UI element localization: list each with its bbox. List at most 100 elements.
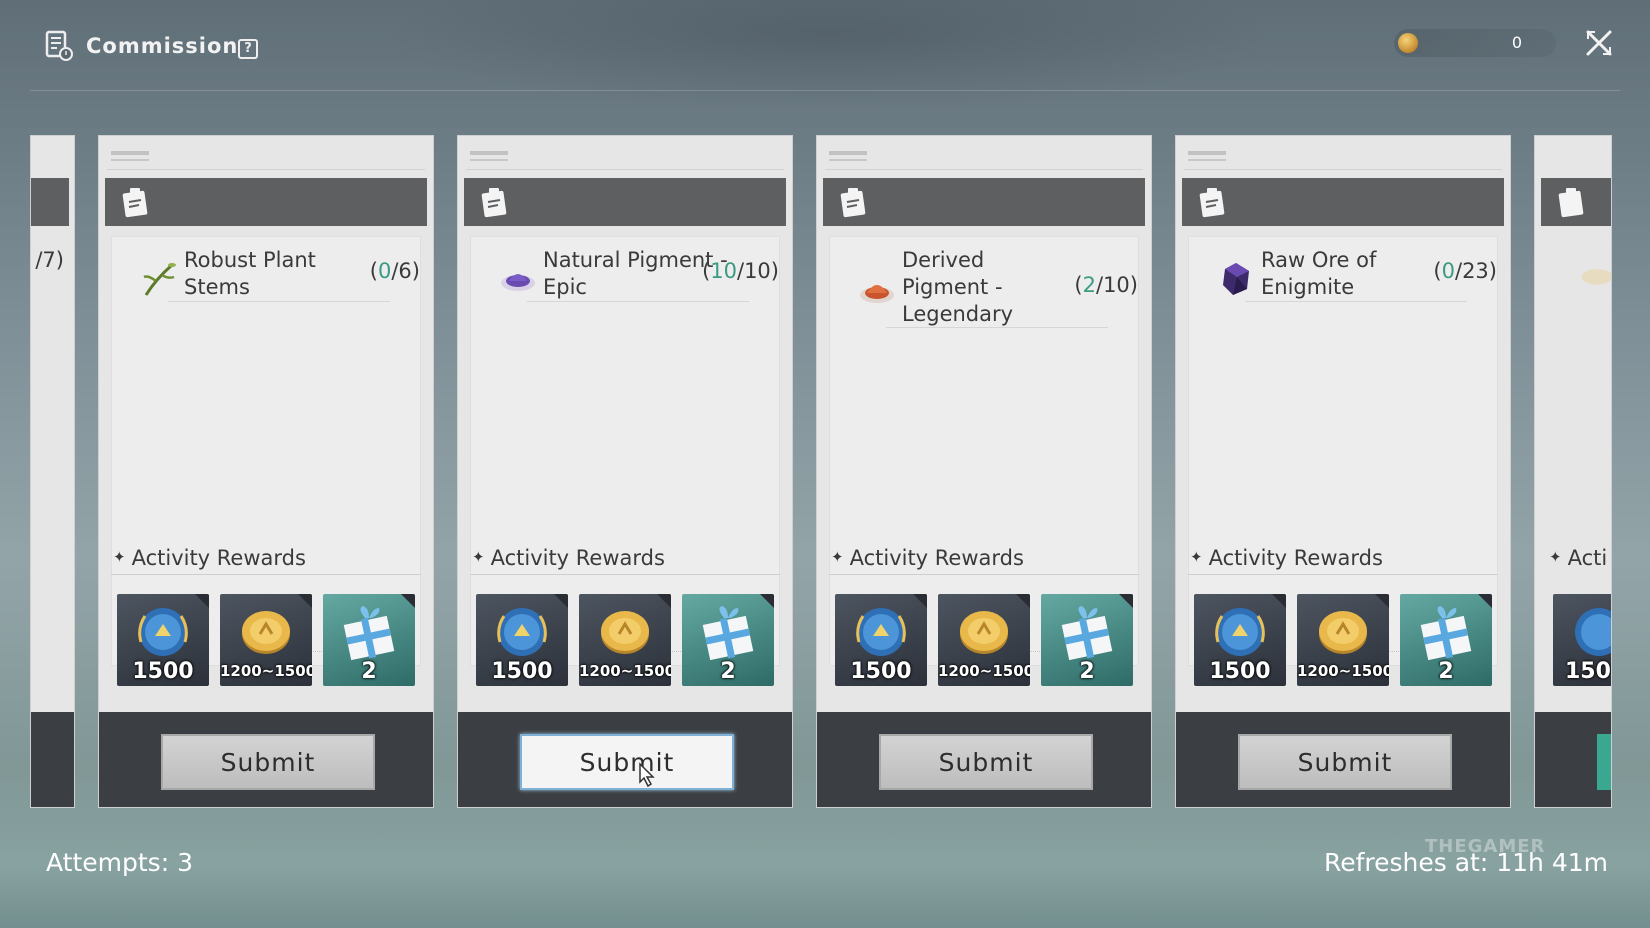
card-header-band bbox=[105, 178, 427, 226]
requirement-count: (10/10) bbox=[702, 259, 779, 283]
mouse-cursor-icon bbox=[639, 762, 655, 788]
card-footer: Submit bbox=[817, 712, 1151, 807]
coin-icon bbox=[1398, 33, 1418, 53]
submit-button[interactable]: Submit bbox=[1238, 734, 1452, 790]
currency-counter: 0 bbox=[1394, 29, 1556, 57]
gold-coin-icon bbox=[242, 611, 290, 654]
pigment-epic-icon bbox=[501, 274, 535, 291]
star-icon: ✦ bbox=[1190, 548, 1203, 566]
card-header-band bbox=[823, 178, 1145, 226]
page-title: Commission bbox=[86, 34, 239, 58]
rewards-title-fragment: ✦ Acti bbox=[1549, 546, 1608, 570]
card-top-strip bbox=[466, 144, 784, 170]
card-footer: Submit bbox=[99, 712, 433, 807]
card-top-strip bbox=[1184, 144, 1502, 170]
rewards-divider bbox=[829, 574, 1139, 575]
reward-gold-coin[interactable]: 1200~1500 bbox=[1297, 594, 1389, 686]
item-icon-partial bbox=[1581, 269, 1611, 285]
rewards-divider bbox=[1188, 574, 1498, 575]
reward-gift-box[interactable]: 2 bbox=[682, 594, 774, 686]
card-header-band bbox=[1182, 178, 1504, 226]
rewards-title: ✦ Activity Rewards bbox=[472, 546, 665, 570]
medal-icon bbox=[856, 608, 906, 656]
refresh-timer: Refreshes at: 11h 41m bbox=[1323, 848, 1608, 877]
submit-button[interactable]: Submit bbox=[879, 734, 1093, 790]
requirement-count: (0/23) bbox=[1433, 259, 1497, 283]
pigment-legendary-icon bbox=[860, 285, 894, 303]
note-icon bbox=[122, 188, 148, 218]
plant-stem-icon bbox=[143, 263, 176, 296]
requirement-divider bbox=[527, 301, 749, 302]
requirement-row: Derived Pigment - Legendary (2/10) bbox=[830, 237, 1138, 328]
requirement-divider bbox=[168, 301, 390, 302]
card-top-strip bbox=[825, 144, 1143, 170]
reward-medal[interactable]: 1500 bbox=[117, 594, 209, 686]
close-icon[interactable] bbox=[1584, 28, 1614, 58]
rewards-title: ✦ Activity Rewards bbox=[1190, 546, 1383, 570]
gold-coin-icon bbox=[601, 611, 649, 654]
reward-medal[interactable]: 1500 bbox=[835, 594, 927, 686]
submit-button[interactable]: Submit bbox=[520, 734, 734, 790]
gift-box-icon bbox=[1061, 606, 1113, 661]
medal-icon bbox=[1215, 608, 1265, 656]
gift-box-icon bbox=[1420, 606, 1472, 661]
reward-medal[interactable]: 1500 bbox=[1194, 594, 1286, 686]
gold-coin-icon bbox=[960, 611, 1008, 654]
card-footer bbox=[31, 712, 74, 807]
header-divider bbox=[30, 90, 1620, 91]
gift-box-icon bbox=[702, 606, 754, 661]
reward-gold-coin[interactable]: 1200~1500 bbox=[220, 594, 312, 686]
rewards-title: ✦ Activity Rewards bbox=[831, 546, 1024, 570]
star-icon: ✦ bbox=[113, 548, 126, 566]
reward-gold-coin[interactable]: 1200~1500 bbox=[938, 594, 1030, 686]
note-icon bbox=[1199, 188, 1225, 218]
requirement-item-name: Robust Plant Stems bbox=[184, 248, 316, 299]
card-header-band bbox=[1541, 178, 1611, 226]
requirement-row: Natural Pigment - Epic (10/10) bbox=[471, 237, 779, 327]
requirement-count-fragment: /7) bbox=[35, 248, 64, 272]
help-icon[interactable]: ? bbox=[238, 39, 258, 59]
star-icon: ✦ bbox=[831, 548, 844, 566]
medal-icon bbox=[138, 608, 188, 656]
requirement-item-name: Raw Ore of Enigmite bbox=[1261, 248, 1377, 299]
submit-button[interactable]: Submit bbox=[161, 734, 375, 790]
gift-box-icon bbox=[343, 606, 395, 661]
currency-value: 0 bbox=[1511, 33, 1522, 52]
card-header-band bbox=[31, 178, 69, 226]
medal-icon bbox=[1575, 608, 1611, 656]
gold-coin-icon bbox=[1319, 611, 1367, 654]
card-header-band bbox=[464, 178, 786, 226]
submit-button-partial[interactable] bbox=[1597, 734, 1611, 790]
requirement-item-name: Derived Pigment - Legendary bbox=[902, 248, 1014, 326]
card-footer: Submit bbox=[458, 712, 792, 807]
star-icon: ✦ bbox=[472, 548, 485, 566]
attempts-counter: Attempts: 3 bbox=[46, 848, 193, 877]
note-icon bbox=[840, 188, 866, 218]
requirement-count: (2/10) bbox=[1074, 273, 1138, 297]
requirement-divider bbox=[886, 327, 1108, 328]
reward-medal[interactable]: 150 bbox=[1553, 594, 1611, 686]
reward-gold-coin[interactable]: 1200~1500 bbox=[579, 594, 671, 686]
card-footer: Submit bbox=[1176, 712, 1510, 807]
requirement-count: (0/6) bbox=[369, 259, 420, 283]
commission-icon bbox=[45, 30, 73, 61]
note-icon bbox=[481, 188, 507, 218]
commission-card-partial-left: /7) bbox=[30, 135, 75, 808]
rewards-divider bbox=[470, 574, 780, 575]
reward-gift-box[interactable]: 2 bbox=[323, 594, 415, 686]
reward-medal[interactable]: 1500 bbox=[476, 594, 568, 686]
reward-gift-box[interactable]: 2 bbox=[1041, 594, 1133, 686]
commission-card-partial-right: ✦ Acti 150 bbox=[1534, 135, 1612, 808]
commission-card: Natural Pigment - Epic (10/10) ✦ Activity… bbox=[457, 135, 793, 808]
reward-gift-box[interactable]: 2 bbox=[1400, 594, 1492, 686]
commission-card: Derived Pigment - Legendary (2/10) ✦ Acti… bbox=[816, 135, 1152, 808]
commission-card: Robust Plant Stems (0/6) ✦ Activity Rewar… bbox=[98, 135, 434, 808]
card-footer bbox=[1535, 712, 1611, 807]
commission-card: Raw Ore of Enigmite (0/23) ✦ Activity Rew… bbox=[1175, 135, 1511, 808]
rewards-divider bbox=[111, 574, 421, 575]
card-top-strip bbox=[107, 144, 425, 170]
enigmite-ore-icon bbox=[1223, 263, 1249, 295]
medal-icon bbox=[497, 608, 547, 656]
requirement-row: Robust Plant Stems (0/6) bbox=[112, 237, 420, 327]
requirement-divider bbox=[1245, 301, 1467, 302]
